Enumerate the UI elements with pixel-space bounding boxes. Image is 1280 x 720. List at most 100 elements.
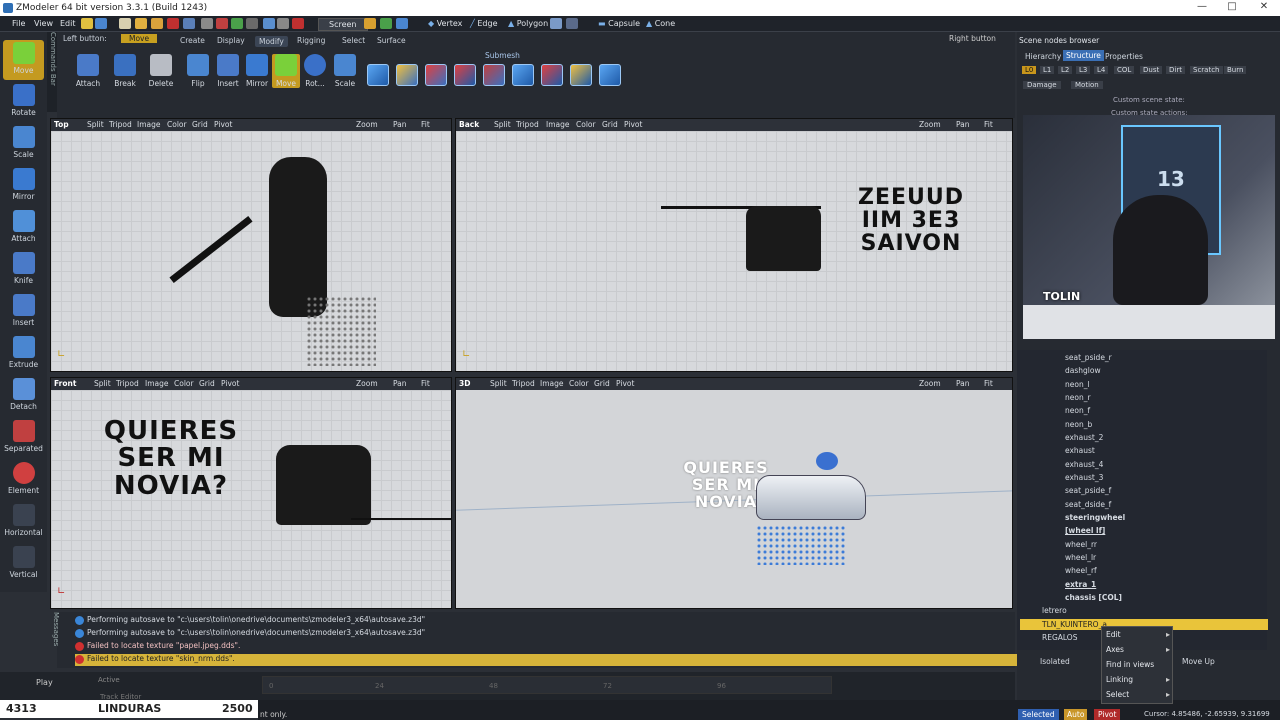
grid-icon[interactable] bbox=[246, 18, 258, 29]
undo-icon[interactable] bbox=[167, 18, 179, 29]
move-button[interactable]: Move bbox=[272, 54, 300, 88]
submesh-merge-icon[interactable] bbox=[541, 64, 563, 86]
flip-button[interactable]: Flip bbox=[184, 54, 212, 88]
isolated-toggle[interactable]: Isolated bbox=[1040, 657, 1070, 666]
tool-attach[interactable]: Attach bbox=[3, 208, 44, 248]
pan-button[interactable]: Pan bbox=[393, 120, 407, 129]
pivot-button[interactable]: Pivot bbox=[616, 379, 634, 388]
minimize-icon[interactable]: — bbox=[1190, 1, 1214, 12]
tree-node[interactable]: wheel_rr bbox=[1065, 540, 1097, 549]
submesh-grid-icon[interactable] bbox=[599, 64, 621, 86]
grid-button[interactable]: Grid bbox=[594, 379, 610, 388]
mode-polygon[interactable]: ▲ Polygon bbox=[508, 19, 548, 28]
submesh-split-icon[interactable] bbox=[454, 64, 476, 86]
tree-node[interactable]: wheel_rf bbox=[1065, 566, 1097, 575]
tool-knife[interactable]: Knife bbox=[3, 250, 44, 290]
auto-button[interactable]: Auto bbox=[1064, 709, 1088, 720]
tool-rotate[interactable]: Rotate bbox=[3, 82, 44, 122]
submesh-weld-icon[interactable] bbox=[483, 64, 505, 86]
pivot-button[interactable]: Pivot bbox=[214, 120, 232, 129]
menu-view[interactable]: View bbox=[34, 19, 53, 28]
message-row[interactable]: Performing autosave to "c:\users\tolin\o… bbox=[75, 628, 1020, 640]
grid-button[interactable]: Grid bbox=[192, 120, 208, 129]
break-button[interactable]: Break bbox=[111, 54, 139, 88]
tripod-button[interactable]: Tripod bbox=[516, 120, 539, 129]
split-button[interactable]: Split bbox=[494, 120, 511, 129]
tree-node[interactable]: extra_1 bbox=[1065, 580, 1096, 589]
viewport-name[interactable]: 3D bbox=[459, 379, 470, 388]
motion-dropdown[interactable]: Motion bbox=[1071, 81, 1103, 89]
submesh-uv-icon[interactable] bbox=[570, 64, 592, 86]
tree-node[interactable]: wheel_lr bbox=[1065, 553, 1096, 562]
message-row[interactable]: Failed to locate texture "papel.jpeg.dds… bbox=[75, 641, 1020, 653]
mirror-button[interactable]: Mirror bbox=[243, 54, 271, 88]
cut-icon[interactable] bbox=[201, 18, 213, 29]
tripod-button[interactable]: Tripod bbox=[512, 379, 535, 388]
tab-display[interactable]: Display bbox=[217, 36, 245, 45]
save-icon[interactable] bbox=[151, 18, 163, 29]
move-up-button[interactable]: Move Up bbox=[1182, 657, 1215, 666]
scratch-button[interactable]: Scratch bbox=[1190, 66, 1223, 74]
submesh-cube-icon[interactable] bbox=[367, 64, 389, 86]
tree-node[interactable]: exhaust bbox=[1065, 446, 1095, 455]
tab-rigging[interactable]: Rigging bbox=[297, 36, 325, 45]
tree-node[interactable]: exhaust_2 bbox=[1065, 433, 1103, 442]
viewport-front[interactable]: Front Split Tripod Image Color Grid Pivo… bbox=[50, 377, 452, 609]
link-icon[interactable] bbox=[263, 18, 275, 29]
close-icon[interactable]: ✕ bbox=[1252, 1, 1276, 12]
scale-button[interactable]: Scale bbox=[331, 54, 359, 88]
tree-node[interactable]: exhaust_3 bbox=[1065, 473, 1103, 482]
tripod-button[interactable]: Tripod bbox=[109, 120, 132, 129]
tab-surface[interactable]: Surface bbox=[377, 36, 406, 45]
menu-file[interactable]: File bbox=[12, 19, 25, 28]
context-menu-item[interactable]: Axes bbox=[1106, 645, 1124, 654]
fit-button[interactable]: Fit bbox=[984, 120, 993, 129]
submesh-smooth-icon[interactable] bbox=[396, 64, 418, 86]
tree-node[interactable]: neon_b bbox=[1065, 420, 1092, 429]
zoom-button[interactable]: Zoom bbox=[356, 379, 378, 388]
tool-extrude[interactable]: Extrude bbox=[3, 334, 44, 374]
z-axis-icon[interactable] bbox=[396, 18, 408, 29]
lod-l2-button[interactable]: L2 bbox=[1058, 66, 1073, 74]
tool-horizontal[interactable]: Horizontal bbox=[3, 502, 44, 542]
context-menu-item[interactable]: Select bbox=[1106, 690, 1129, 699]
viewport-canvas[interactable]: QUIERES SER MI NOVIA? ∟ bbox=[51, 390, 451, 608]
dirt-button[interactable]: Dirt bbox=[1166, 66, 1185, 74]
viewport-back[interactable]: Back Split Tripod Image Color Grid Pivot… bbox=[455, 118, 1013, 372]
tree-node[interactable]: seat_pside_r bbox=[1065, 353, 1112, 362]
tool-insert[interactable]: Insert bbox=[3, 292, 44, 332]
tree-node[interactable]: dashglow bbox=[1065, 366, 1101, 375]
scene-tree[interactable] bbox=[1017, 350, 1267, 650]
message-row-selected[interactable]: Failed to locate texture "skin_nrm.dds". bbox=[75, 654, 1020, 666]
grid-button[interactable]: Grid bbox=[602, 120, 618, 129]
zoom-button[interactable]: Zoom bbox=[919, 379, 941, 388]
tree-node[interactable]: neon_r bbox=[1065, 393, 1091, 402]
object-mode-icon[interactable] bbox=[566, 18, 578, 29]
rotate-button[interactable]: Rot... bbox=[301, 54, 329, 88]
tool-mirror[interactable]: Mirror bbox=[3, 166, 44, 206]
tab-select[interactable]: Select bbox=[342, 36, 365, 45]
attach-button[interactable]: Attach bbox=[74, 54, 102, 88]
tripod-button[interactable]: Tripod bbox=[116, 379, 139, 388]
redo-icon[interactable] bbox=[183, 18, 195, 29]
lod-l4-button[interactable]: L4 bbox=[1094, 66, 1109, 74]
tab-hierarchy[interactable]: Hierarchy bbox=[1025, 52, 1061, 61]
open-file-icon[interactable] bbox=[135, 18, 147, 29]
tab-create[interactable]: Create bbox=[180, 36, 205, 45]
selected-mode-button[interactable]: Selected bbox=[1018, 709, 1059, 720]
tab-modify[interactable]: Modify bbox=[255, 36, 288, 47]
x-axis-icon[interactable] bbox=[364, 18, 376, 29]
viewport-canvas[interactable]: QUIERES SER MI NOVIA bbox=[456, 390, 1012, 608]
tree-node[interactable]: letrero bbox=[1042, 606, 1067, 615]
lod-col-button[interactable]: COL bbox=[1114, 66, 1135, 74]
left-button-tool[interactable]: Move bbox=[121, 34, 158, 43]
tool-separated[interactable]: Separated bbox=[3, 418, 44, 458]
unlink-icon[interactable] bbox=[277, 18, 289, 29]
play-button[interactable]: Play bbox=[36, 678, 53, 687]
viewport-canvas[interactable]: ∟ bbox=[51, 131, 451, 371]
mode-vertex[interactable]: ◆ Vertex bbox=[428, 19, 462, 28]
tree-node[interactable]: REGALOS bbox=[1042, 633, 1077, 642]
viewport-3d[interactable]: 3D Split Tripod Image Color Grid Pivot Z… bbox=[455, 377, 1013, 609]
image-button[interactable]: Image bbox=[137, 120, 161, 129]
image-button[interactable]: Image bbox=[546, 120, 570, 129]
